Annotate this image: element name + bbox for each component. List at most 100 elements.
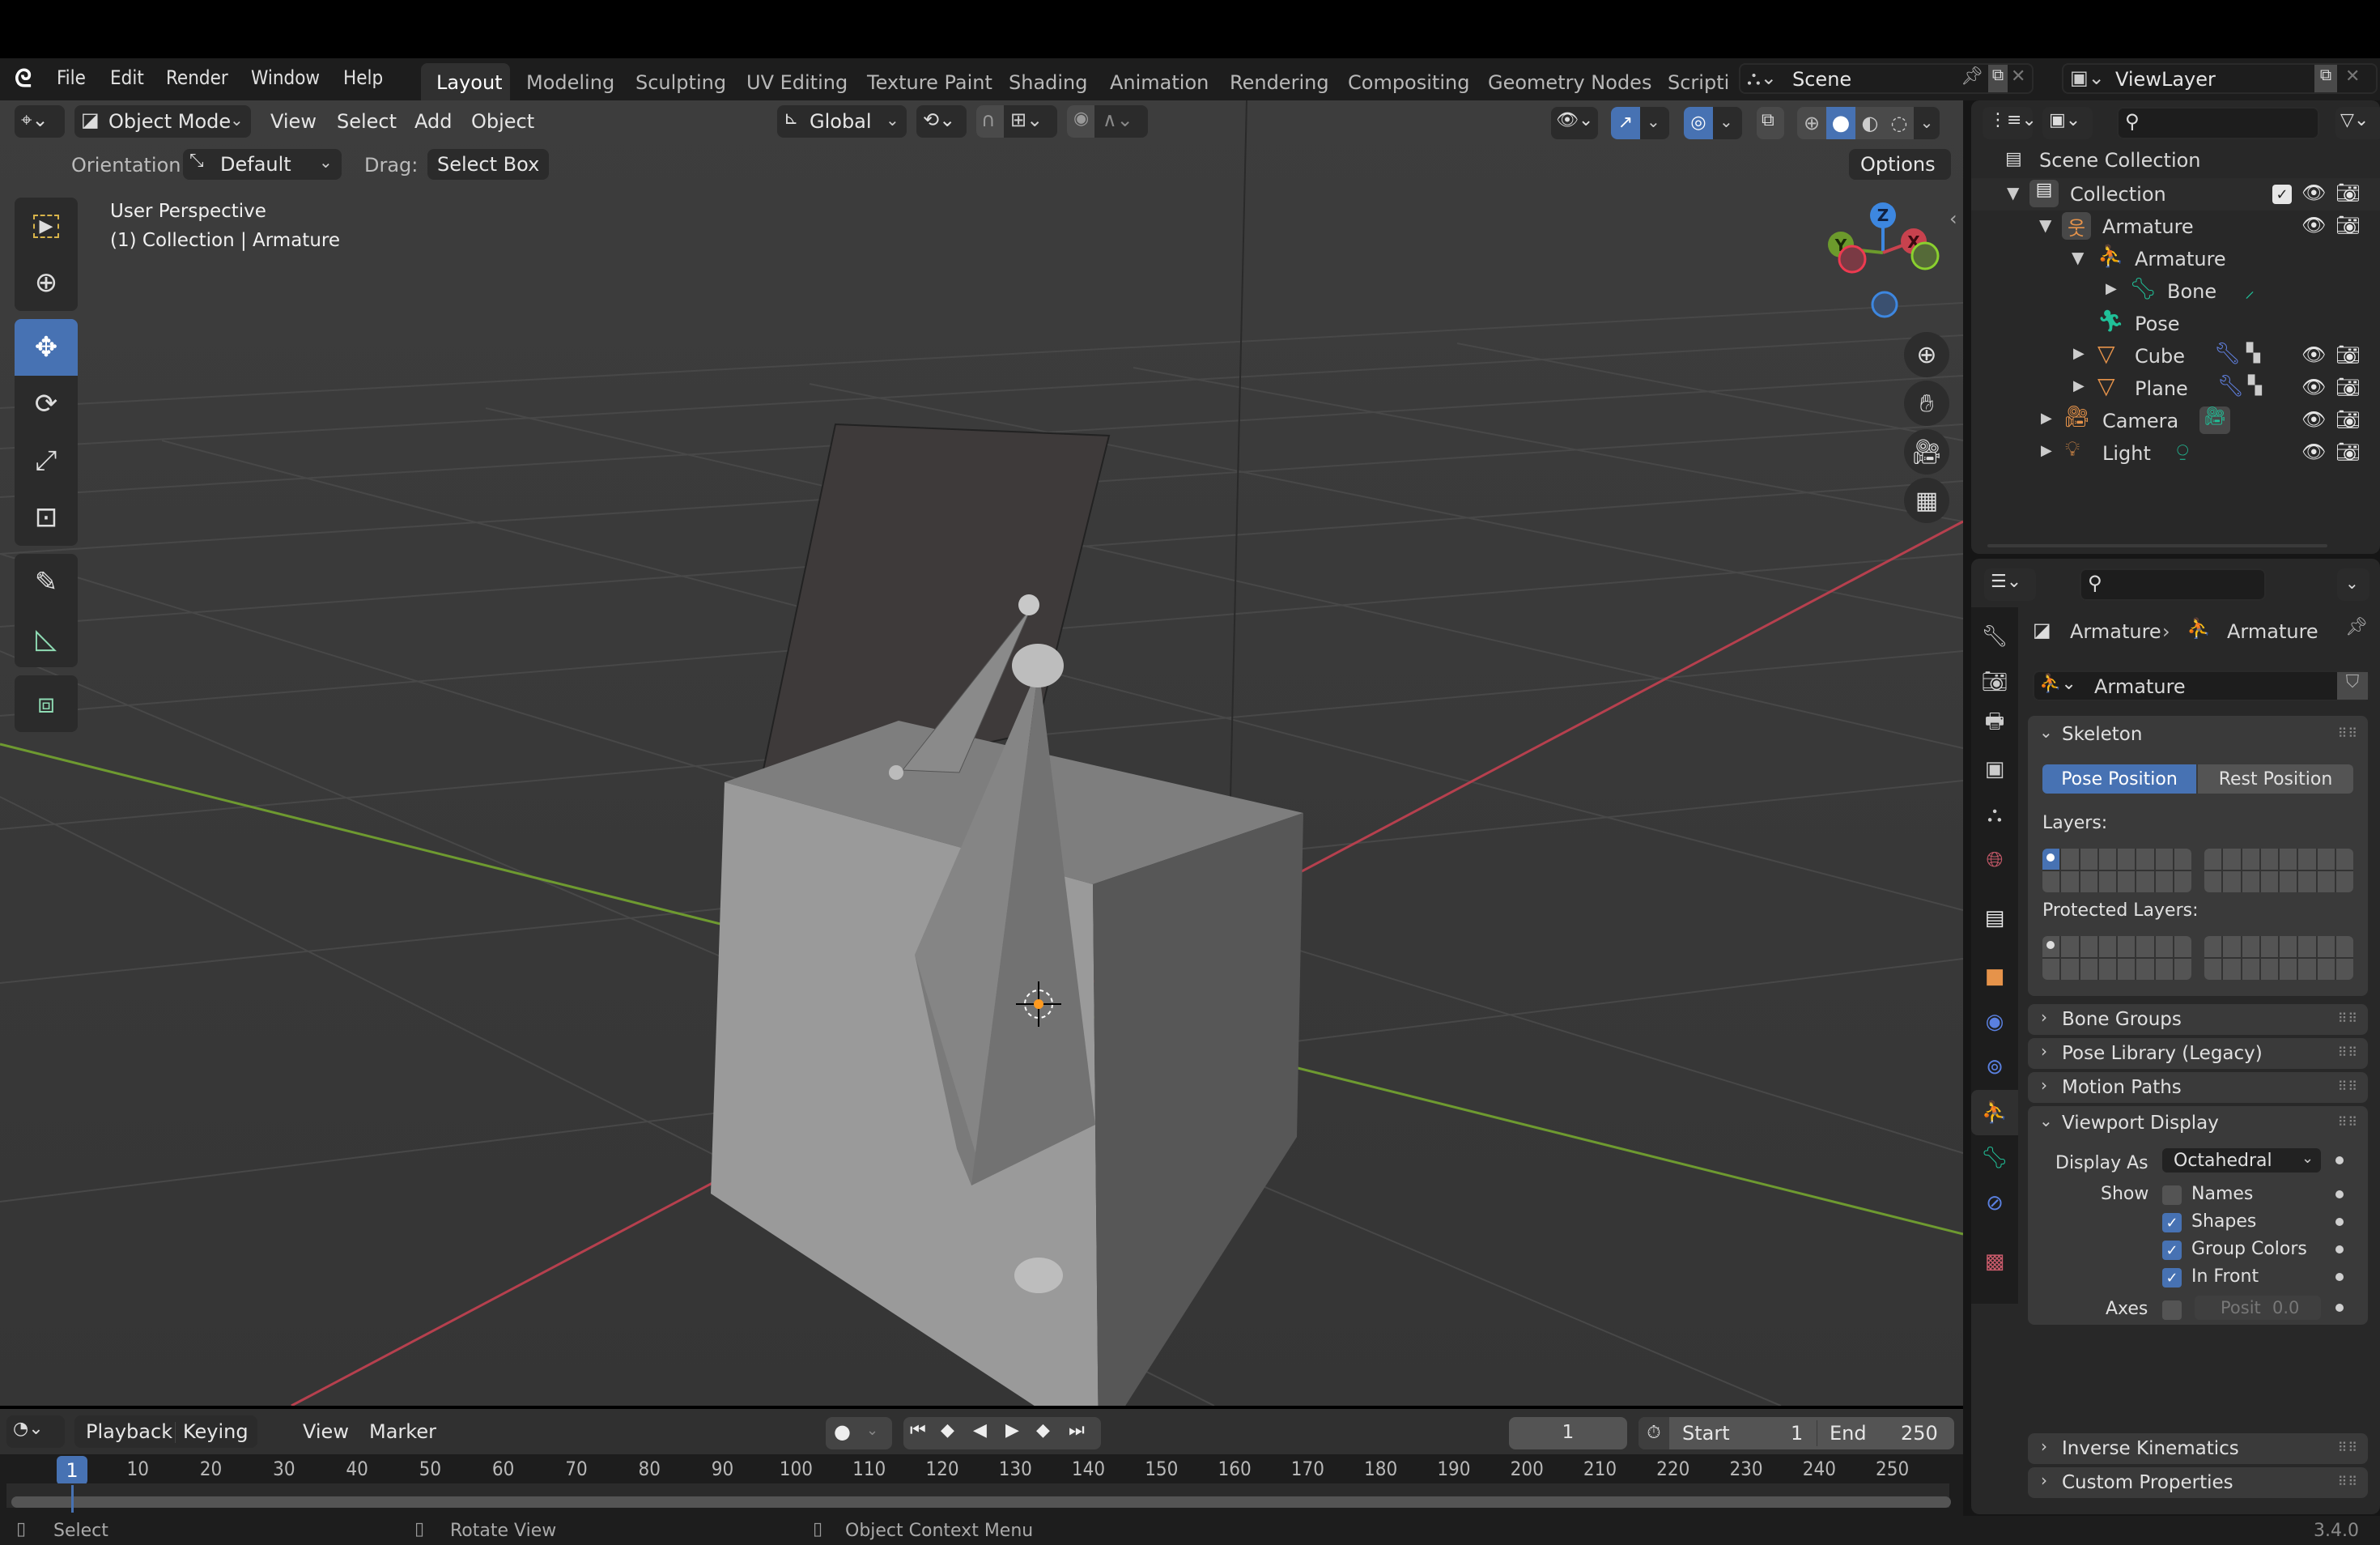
solid-shading-icon[interactable]: ● [1826,107,1855,139]
expand-arrow-icon[interactable]: ▼ [2039,215,2051,235]
workspace-tab-texture-paint[interactable]: Texture Paint [867,71,992,94]
sidebar-toggle-icon[interactable]: ‹ [1949,207,1957,230]
pan-view-button[interactable]: ✋︎ [1904,381,1949,426]
chevron-down-icon[interactable]: ⌄ [2039,1111,2053,1130]
tab-output[interactable]: 🖶︎ [1971,701,2018,747]
outliner-row-bone[interactable]: ▶ 🦴︎ Bone ⸝ [1971,275,2380,308]
outliner-search-input[interactable]: ⚲ [2117,107,2319,139]
tab-scene[interactable]: ⛬ [1971,792,2018,837]
layer-0-active[interactable] [2042,849,2060,870]
names-checkbox[interactable] [2162,1185,2182,1205]
exclude-checkbox[interactable]: ✓ [2272,185,2292,204]
viewport-menu-add[interactable]: Add [414,110,452,133]
keyframe-dot[interactable] [2335,1156,2344,1164]
bone-groups-panel[interactable]: › Bone Groups ⠿⠿ [2028,1004,2368,1035]
modifier-wrench-icon[interactable]: 🔧︎ [2217,374,2244,398]
expand-arrow-icon[interactable]: ▶ [2073,345,2085,362]
expand-arrow-icon[interactable]: ▼ [2007,183,2019,202]
drag-handle-icon[interactable]: ⠿⠿ [2338,1474,2358,1489]
viewport-menu-object[interactable]: Object [471,110,534,133]
workspace-tab-rendering[interactable]: Rendering [1230,71,1329,94]
current-frame-field[interactable]: 1 [1509,1417,1627,1449]
light-data-icon[interactable]: ⍜ [2177,439,2188,462]
render-camera-icon[interactable]: 📷︎ [2335,181,2360,204]
play-icon[interactable]: ▶ [1005,1420,1019,1441]
armature-datablock-selector[interactable]: ⛹⌄ Armature ⛉ [2033,670,2369,701]
modifier-wrench-icon[interactable]: 🔧︎ [2214,342,2241,366]
outliner-display-mode[interactable]: ⋮≡⌄ [1983,107,2037,139]
axes-checkbox[interactable] [2162,1300,2182,1320]
camera-data-icon[interactable]: 🎥︎ [2199,406,2230,434]
playhead[interactable]: 1 [57,1456,87,1485]
display-as-dropdown[interactable]: Octahedral ⌄ [2162,1148,2321,1173]
shading-modes[interactable]: ⊕ ● ◐ ◌ ⌄ [1797,107,1940,139]
workspace-tab-compositing[interactable]: Compositing [1348,71,1469,94]
outliner-row-cube[interactable]: ▶ ▽ Cube 🔧︎ ▚ 👁︎ 📷︎ [1971,340,2380,372]
outliner-row-pose[interactable]: 🏃︎ Pose [1971,308,2380,340]
keyframe-dot[interactable] [2335,1245,2344,1253]
drag-handle-icon[interactable]: ⠿⠿ [2338,1440,2358,1455]
timeline-menu-playback[interactable]: Playback [86,1420,172,1443]
menu-file[interactable]: File [57,66,86,89]
protected-layers-grid-left[interactable] [2042,936,2191,980]
group-colors-checkbox[interactable]: ✓ [2162,1241,2182,1260]
camera-view-button[interactable]: 🎥︎ [1904,429,1949,475]
protected-layers-grid-right[interactable] [2204,936,2353,980]
outliner-row-camera[interactable]: ▶ 🎥︎ Camera 🎥︎ 👁︎ 📷︎ [1971,405,2380,437]
3d-viewport[interactable] [0,100,1963,1406]
selectability-visibility-button[interactable]: 👁︎⌄ [1551,107,1598,139]
pose-library-panel[interactable]: › Pose Library (Legacy) ⠿⠿ [2028,1038,2368,1069]
material-preview-icon[interactable]: ◐ [1855,107,1885,139]
expand-arrow-icon[interactable]: ▼ [2072,248,2084,267]
eye-icon[interactable]: 👁︎ [2301,181,2326,204]
menu-window[interactable]: Window [251,66,320,89]
workspace-tab-modeling[interactable]: Modeling [526,71,614,94]
mode-selector[interactable]: ◪ Object Mode ⌄ [74,105,251,138]
tab-object-constraints[interactable]: ⊚ [1971,1045,2018,1090]
drag-handle-icon[interactable]: ⠿⠿ [2338,1045,2358,1060]
tab-view-layer[interactable]: ▣ [1971,747,2018,792]
scene-name[interactable]: Scene [1792,68,1851,91]
workspace-tab-shading[interactable]: Shading [1009,71,1088,94]
jump-end-icon[interactable]: ⏭ [1069,1420,1085,1441]
expand-arrow-icon[interactable]: ▶ [2041,442,2052,459]
shapes-checkbox[interactable]: ✓ [2162,1213,2182,1232]
expand-arrow-icon[interactable]: ▶ [2106,280,2117,297]
rotate-tool[interactable]: ⟳ [15,376,78,432]
tab-object[interactable]: ■ [1971,954,2018,999]
keyframe-dot[interactable] [2335,1304,2344,1312]
pin-icon[interactable]: 📌︎ [2345,617,2368,637]
skeleton-title[interactable]: Skeleton [2062,724,2142,745]
viewport-menu-view[interactable]: View [270,110,317,133]
delete-scene-icon[interactable]: ✕ [2011,66,2025,87]
keyframe-dot[interactable] [2335,1190,2344,1198]
transform-orientation-selector[interactable]: ⊾ Global ⌄ [777,105,907,138]
drag-handle-icon[interactable]: ⠿⠿ [2338,1011,2358,1026]
layers-grid-left[interactable] [2042,849,2191,892]
rendered-shading-icon[interactable]: ◌ [1885,107,1914,139]
scene-selector[interactable]: ⛬⌄ Scene 📌︎ ⧉ ✕ [1739,63,2034,94]
tab-bone-constraints[interactable]: ⊘ [1971,1181,2018,1226]
add-cube-tool[interactable]: ⧈ [15,675,78,732]
auto-keying-button[interactable]: ● ⌄ [826,1417,892,1449]
tab-texture[interactable]: ▩ [1971,1239,2018,1284]
outliner-row-plane[interactable]: ▶ ▽ Plane 🔧︎ ▚ 👁︎ 📷︎ [1971,372,2380,405]
drag-handle-icon[interactable]: ⠿⠿ [2338,1079,2358,1094]
chevron-down-icon[interactable]: ⌄ [1914,107,1940,139]
inverse-kinematics-panel[interactable]: › Inverse Kinematics ⠿⠿ [2028,1433,2368,1464]
workspace-tab-sculpting[interactable]: Sculpting [635,71,726,94]
tab-tool[interactable]: 🔧︎ [1971,614,2018,659]
axes-position-field[interactable]: Posit 0.0 [2195,1296,2321,1320]
chevron-down-icon[interactable]: ⌄ [2039,722,2053,742]
tab-collection[interactable]: ▤ [1971,896,2018,941]
drag-handle-icon[interactable]: ⠿⠿ [2338,726,2358,741]
tab-world[interactable]: 🌐︎ [1971,837,2018,883]
tab-armature-data[interactable]: ⛹ [1971,1090,2018,1135]
outliner-row-armature-object[interactable]: ▼ 웃 Armature 👁︎ 📷︎ [1971,211,2380,243]
drag-handle-icon[interactable]: ⠿⠿ [2338,1114,2358,1130]
proportional-editing-button[interactable]: ◉ ∧⌄ [1067,105,1148,138]
pivot-point-button[interactable]: ⟲⌄ [916,105,967,138]
custom-properties-panel[interactable]: › Custom Properties ⠿⠿ [2028,1467,2368,1498]
datablock-name[interactable]: Armature [2094,675,2186,698]
select-box-tool[interactable]: ▶ [15,198,78,254]
